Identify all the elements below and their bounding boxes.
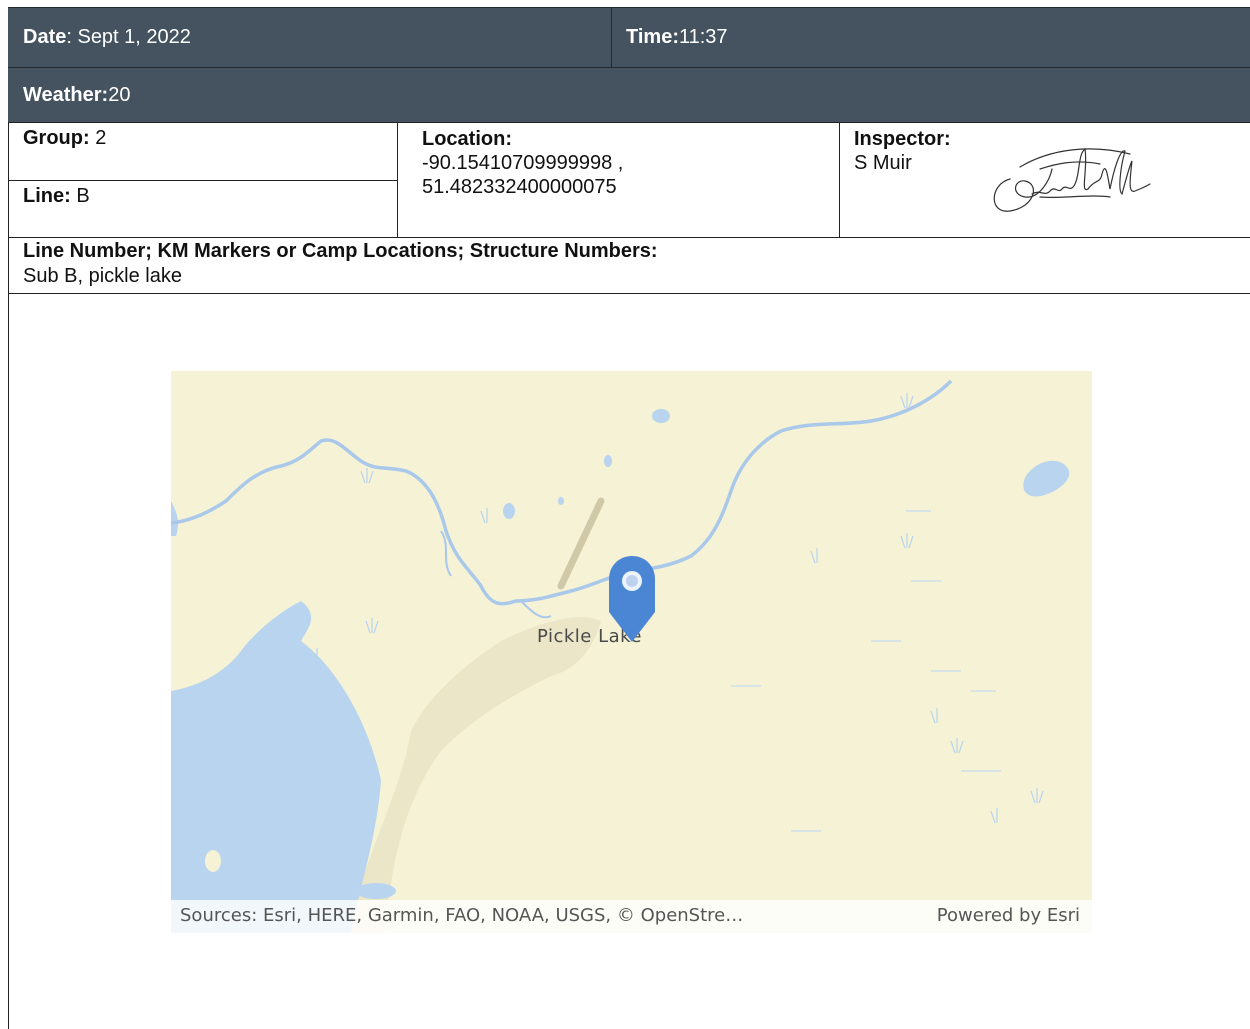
time-value: 11:37 [678, 26, 728, 48]
group-label: Group: [23, 127, 90, 149]
line-cell: Line: B [9, 181, 398, 238]
time-label: Time: [626, 26, 679, 48]
inspector-label: Inspector: [854, 128, 951, 150]
header-weather-row: Weather: 20 [8, 67, 1250, 122]
line-value: B [70, 185, 90, 207]
map-section: Pickle Lake Sources: Esri, HERE, Garmin,… [8, 294, 1250, 1029]
group-cell: Group: 2 [9, 123, 398, 181]
map-terrain [171, 379, 1070, 933]
group-value: 2 [89, 127, 107, 149]
location-cell: Location: -90.15410709999998 , 51.482332… [398, 123, 840, 238]
location-label: Location: [422, 128, 512, 150]
signature-image [993, 147, 1151, 212]
info-grid: Group: 2 Line: B Location: -90.154107099… [8, 122, 1250, 238]
powered-by-esri[interactable]: Powered by Esri [937, 905, 1080, 926]
line-number-heading: Line Number; KM Markers or Camp Location… [23, 240, 658, 262]
header-date-time-row: Date: Sept 1, 2022 Time: 11:37 [8, 7, 1250, 67]
group-line-column: Group: 2 Line: B [9, 123, 398, 238]
map-attribution-bar: Sources: Esri, HERE, Garmin, FAO, NOAA, … [171, 900, 1092, 933]
location-map[interactable]: Pickle Lake Sources: Esri, HERE, Garmin,… [171, 371, 1092, 933]
location-longitude: -90.15410709999998 , [422, 152, 624, 174]
inspection-report-page: Date: Sept 1, 2022 Time: 11:37 Weather: … [0, 0, 1250, 1029]
map-attribution[interactable]: Sources: Esri, HERE, Garmin, FAO, NOAA, … [180, 905, 743, 926]
inspector-cell: Inspector: S Muir [840, 123, 1250, 238]
map-pin-icon[interactable] [607, 554, 657, 644]
line-label: Line: [23, 185, 71, 207]
weather-value: 20 [108, 83, 131, 106]
time-cell: Time: 11:37 [612, 8, 1250, 67]
line-number-section: Line Number; KM Markers or Camp Location… [8, 237, 1250, 294]
date-label: Date [23, 26, 67, 48]
weather-label: Weather: [23, 83, 109, 106]
line-number-value: Sub B, pickle lake [23, 265, 182, 287]
location-latitude: 51.482332400000075 [422, 176, 617, 198]
date-cell: Date: Sept 1, 2022 [8, 8, 612, 67]
date-value: : Sept 1, 2022 [66, 26, 191, 48]
weather-cell: Weather: 20 [8, 68, 130, 122]
